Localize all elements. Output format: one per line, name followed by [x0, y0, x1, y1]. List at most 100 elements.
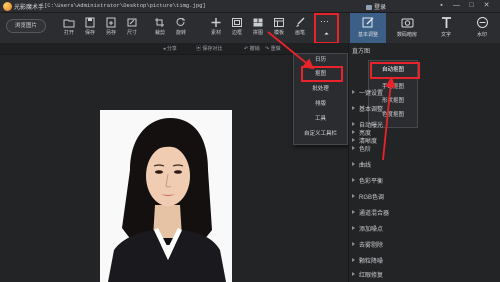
- template-icon: [273, 17, 285, 28]
- tool-label: 素材: [210, 30, 221, 36]
- expand-arrow-icon: [352, 272, 355, 276]
- panel-item[interactable]: 色彩平衡: [352, 174, 498, 190]
- rotate-button[interactable]: 旋转: [170, 15, 192, 41]
- rotate-icon: [175, 17, 187, 28]
- maximize-button[interactable]: □: [467, 2, 476, 10]
- minimize-button[interactable]: —: [452, 2, 461, 10]
- tab-label: 基本调整: [357, 32, 378, 38]
- close-button[interactable]: ✕: [482, 2, 491, 10]
- highlight-box: [370, 62, 420, 79]
- tool-label: 边框: [231, 30, 242, 36]
- tab-text[interactable]: 文字: [428, 13, 464, 43]
- panel-item-label: 通道混合器: [359, 211, 390, 217]
- tab-label: 文字: [440, 32, 451, 38]
- tab-watermark[interactable]: 水印: [464, 13, 500, 43]
- menu-item-batch[interactable]: 批处理: [293, 84, 348, 95]
- redo-label: 重做: [270, 46, 281, 52]
- browse-images-button[interactable]: 浏览图片: [6, 19, 46, 33]
- skin-button[interactable]: ▪: [437, 2, 446, 10]
- redo-button[interactable]: ↷ 重做: [265, 45, 281, 52]
- frame-icon: [231, 17, 243, 28]
- tool-label: 保存: [84, 30, 95, 36]
- panel-item-label: 添加噪点: [359, 227, 384, 233]
- save-as-icon: [105, 17, 117, 28]
- panel-item[interactable]: 通道混合器: [352, 206, 498, 222]
- panel-item[interactable]: 一键设置: [352, 86, 498, 102]
- panel-item-label: 曲线: [359, 163, 372, 169]
- open-button[interactable]: 打开: [58, 15, 80, 41]
- adjust-icon: [362, 16, 375, 29]
- panel-header: 直方图: [352, 44, 498, 60]
- tool-label: 模板: [273, 30, 284, 36]
- share-button[interactable]: ◂ 分享: [163, 45, 177, 52]
- panel-item-label: 红眼修复: [359, 273, 384, 279]
- crop-button[interactable]: 裁剪: [149, 15, 171, 41]
- undo-label: 撤销: [249, 46, 260, 52]
- save-compare-button[interactable]: ▣ 保存对比: [196, 45, 222, 52]
- material-icon: [210, 17, 222, 28]
- tab-label: 数码暗房: [396, 32, 417, 38]
- expand-arrow-icon: [352, 226, 355, 230]
- portrait-photo: [100, 110, 232, 282]
- login-label: 登录: [374, 5, 387, 11]
- tab-digital-darkroom[interactable]: 数码暗房: [389, 13, 425, 43]
- brush-button[interactable]: 画笔: [289, 15, 311, 41]
- resize-button[interactable]: 尺寸: [121, 15, 143, 41]
- panel-item[interactable]: 去雾剔除: [352, 238, 498, 254]
- folder-icon: [63, 17, 75, 28]
- panel-item-label: 一键设置: [359, 91, 384, 97]
- expand-arrow-icon: [352, 106, 355, 110]
- text-icon: [440, 16, 453, 29]
- expand-arrow-icon: [352, 178, 355, 182]
- panel-item[interactable]: 添加噪点: [352, 222, 498, 238]
- more-dots-icon: ···: [320, 16, 329, 26]
- panel-item-label: 色彩平衡: [359, 179, 384, 185]
- menu-item-custom-toolbar[interactable]: 自定义工具栏: [293, 129, 348, 140]
- panel-item-label: RGB色调: [359, 195, 385, 201]
- collage-button[interactable]: 拼图: [247, 15, 269, 41]
- panel-item[interactable]: 色阶: [352, 142, 498, 158]
- camera-icon: [401, 16, 414, 29]
- menu-item-layout[interactable]: 排版: [293, 99, 348, 110]
- menu-item-calendar[interactable]: 日历: [293, 55, 348, 66]
- save-button[interactable]: 保存: [79, 15, 101, 41]
- save-compare-label: 保存对比: [202, 46, 223, 52]
- panel-item[interactable]: 基本调整: [352, 102, 498, 118]
- panel-item-label: 去雾剔除: [359, 243, 384, 249]
- menu-item-tools[interactable]: 工具: [293, 114, 348, 125]
- tool-label: 旋转: [175, 30, 186, 36]
- crop-icon: [154, 17, 166, 28]
- save-as-button[interactable]: 另存: [100, 15, 122, 41]
- tool-label: 拼图: [252, 30, 263, 36]
- expand-arrow-icon: [352, 146, 355, 150]
- template-button[interactable]: 模板: [268, 15, 290, 41]
- expand-arrow-icon: [352, 258, 355, 262]
- material-button[interactable]: 素材: [205, 15, 227, 41]
- app-name: 光影魔术手: [14, 5, 45, 11]
- tab-basic-adjust[interactable]: 基本调整: [350, 13, 386, 43]
- tool-label: 打开: [63, 30, 74, 36]
- tool-label: 尺寸: [126, 30, 137, 36]
- panel-item[interactable]: 曲线: [352, 158, 498, 174]
- tool-label: 裁剪: [154, 30, 165, 36]
- highlight-box: [301, 66, 343, 82]
- brush-icon: [294, 17, 306, 28]
- login-button[interactable]: 登录: [366, 2, 386, 11]
- resize-icon: [126, 17, 138, 28]
- expand-arrow-icon: [352, 242, 355, 246]
- app-window: 光影魔术手 [C:\Users\Administrator\Desktop\pi…: [0, 0, 500, 282]
- tool-label: 画笔: [294, 30, 305, 36]
- app-logo-icon: [3, 2, 12, 11]
- panel-item-label: 色阶: [359, 147, 372, 153]
- panel-item[interactable]: RGB色调: [352, 190, 498, 206]
- panel-item[interactable]: 红眼修复: [352, 268, 498, 282]
- histogram-label: 直方图: [352, 49, 371, 55]
- panel-item-label: 基本调整: [359, 107, 384, 113]
- undo-button[interactable]: ↶ 撤销: [244, 45, 260, 52]
- collage-icon: [252, 17, 264, 28]
- expand-arrow-icon: [352, 210, 355, 214]
- file-path: [C:\Users\Administrator\Desktop\picture\…: [44, 2, 206, 9]
- watermark-icon: [476, 16, 489, 29]
- frame-button[interactable]: 边框: [226, 15, 248, 41]
- expand-arrow-icon: [352, 194, 355, 198]
